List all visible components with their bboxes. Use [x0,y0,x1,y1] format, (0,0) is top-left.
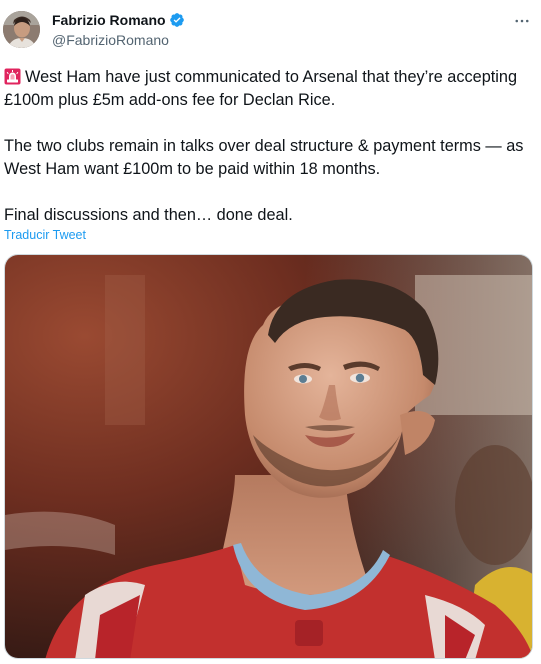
author-avatar[interactable] [3,11,40,48]
author-handle[interactable]: @FabrizioRomano [52,32,169,48]
tweet-media-photo[interactable] [4,254,533,659]
player-portrait-photo [5,255,532,658]
siren-light-icon [4,68,21,85]
more-options-button[interactable] [511,10,533,32]
more-dots-icon [515,19,529,23]
tweet-paragraph-1-text: West Ham have just communicated to Arsen… [4,68,517,109]
author-display-name[interactable]: Fabrizio Romano [52,12,166,28]
tweet-paragraph-3: Final discussions and then… done deal. [4,206,293,224]
author-name-row: Fabrizio Romano [52,12,185,28]
tweet-paragraph-2: The two clubs remain in talks over deal … [4,137,524,178]
profile-avatar-image [3,11,40,48]
tweet-paragraph-1: West Ham have just communicated to Arsen… [4,66,534,112]
tweet-body: West Ham have just communicated to Arsen… [4,66,534,227]
verified-badge-icon[interactable] [169,12,185,28]
translate-tweet-link[interactable]: Traducir Tweet [4,228,86,242]
